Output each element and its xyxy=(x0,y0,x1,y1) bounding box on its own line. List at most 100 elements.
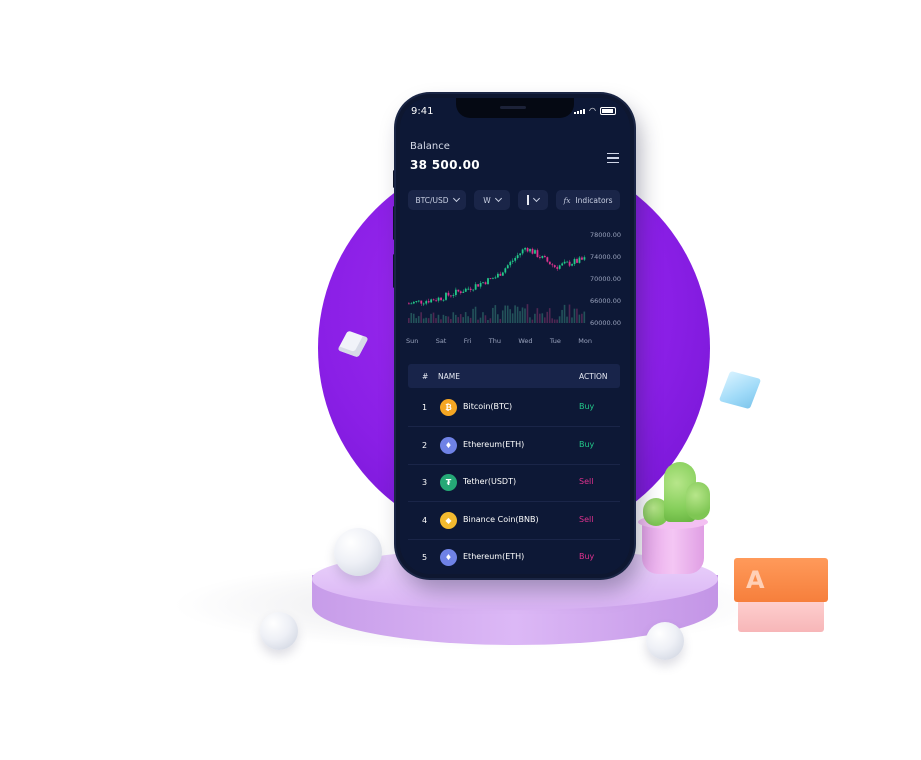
candle-body xyxy=(494,277,497,279)
volume-bar xyxy=(415,318,418,323)
indicators-button[interactable]: fx Indicators xyxy=(556,190,620,210)
coin-name: Tether(USDT) xyxy=(463,477,517,486)
candle-body xyxy=(430,299,433,303)
sell-button[interactable]: Sell xyxy=(579,477,593,486)
volume-bar xyxy=(539,313,541,323)
phone-screen: 9:41 ◠ Balance 38 500.00 BTC/USD W fx In… xyxy=(400,98,630,574)
candle-body xyxy=(420,300,423,304)
white-ball-decoration xyxy=(334,528,382,576)
x-tick-label: Thu xyxy=(488,337,501,345)
volume-bar xyxy=(464,312,467,323)
volume-bar xyxy=(506,305,509,323)
chevron-down-icon xyxy=(494,194,502,203)
volume-bar xyxy=(474,306,477,323)
candle-body xyxy=(469,288,472,290)
buy-button[interactable]: Buy xyxy=(579,402,594,411)
candle-body xyxy=(536,250,539,258)
volume-bar xyxy=(459,314,462,323)
sell-button[interactable]: Sell xyxy=(579,515,593,524)
volume-bar xyxy=(447,316,450,323)
volume-bar xyxy=(546,311,549,323)
candle-body xyxy=(571,264,573,266)
toy-block-letter: A xyxy=(746,566,765,594)
volume-bar xyxy=(571,317,573,323)
candlesticks xyxy=(408,246,586,306)
candle-body xyxy=(556,267,559,269)
candle-body xyxy=(489,278,492,279)
battery-icon xyxy=(600,107,616,115)
candle-body xyxy=(511,260,514,262)
volume-bar xyxy=(504,305,507,323)
candle-body xyxy=(514,257,517,261)
volume-bar xyxy=(437,314,440,323)
bitcoin-icon: ₿ xyxy=(440,399,457,416)
table-row: 3 ₮ Tether(USDT) Sell xyxy=(408,465,620,502)
candle-body xyxy=(462,291,465,293)
volume-bar xyxy=(531,319,534,323)
candle-body xyxy=(467,288,470,290)
volume-bar xyxy=(422,318,425,323)
candle-body xyxy=(546,257,549,262)
candle-body xyxy=(427,301,430,303)
candle-body xyxy=(499,273,502,276)
row-number: 5 xyxy=(422,553,428,562)
candle-body xyxy=(422,303,425,305)
volume-bar xyxy=(482,312,484,323)
candle-body xyxy=(534,250,536,254)
candle-body xyxy=(497,273,499,278)
candle-body xyxy=(432,299,435,301)
interval-select[interactable]: W xyxy=(474,190,510,210)
table-row: 1 ₿ Bitcoin(BTC) Buy xyxy=(408,390,620,427)
volume-bar xyxy=(462,317,464,323)
x-axis-labels: Sun Sat Fri Thu Wed Tue Mon xyxy=(406,337,592,345)
volume-bar xyxy=(440,319,442,323)
coin-name: Ethereum(ETH) xyxy=(463,439,525,449)
volume-bar xyxy=(435,318,437,323)
table-row: 4 ◆ Binance Coin(BNB) Sell xyxy=(408,503,620,540)
candle-body xyxy=(477,284,480,287)
ethereum-icon: ♦ xyxy=(440,436,457,454)
interval-select-value: W xyxy=(483,195,491,205)
x-tick-label: Sun xyxy=(406,337,419,345)
candle-body xyxy=(454,289,457,296)
hamburger-menu-icon[interactable] xyxy=(607,153,619,164)
x-tick-label: Tue xyxy=(549,337,561,345)
candle-body xyxy=(445,292,447,300)
volume-bar xyxy=(534,313,536,323)
candle-body xyxy=(543,255,546,258)
candle-body xyxy=(553,265,556,268)
volume-bar xyxy=(430,313,432,323)
volume-bar xyxy=(445,316,447,323)
x-tick-label: Wed xyxy=(518,337,533,345)
hero-scene: A 9:41 ◠ Balance 38 500.00 BTC/USD W fx … xyxy=(0,0,921,760)
chart-type-select[interactable] xyxy=(518,190,548,210)
volume-bar xyxy=(516,306,519,323)
pair-select[interactable]: BTC/USD xyxy=(408,190,466,210)
buy-button[interactable]: Buy xyxy=(579,440,594,449)
coin-name: Ethereum(ETH) xyxy=(463,552,525,561)
white-ball-decoration xyxy=(646,622,684,660)
volume-bar xyxy=(568,304,571,323)
candle-body xyxy=(516,255,519,258)
tether-icon: ₮ xyxy=(440,474,457,491)
candle-body xyxy=(487,278,489,285)
candle-body xyxy=(450,295,452,297)
candle-body xyxy=(459,291,462,293)
candle-body xyxy=(509,261,512,266)
candle-body xyxy=(425,301,428,304)
buy-button[interactable]: Buy xyxy=(579,552,594,561)
volume-bar xyxy=(469,317,472,323)
header-name: NAME xyxy=(438,372,460,381)
candle-body xyxy=(524,248,526,250)
volume-bar xyxy=(543,317,546,323)
volume-bar xyxy=(487,319,489,323)
phone-notch xyxy=(456,98,574,118)
indicators-label: Indicators xyxy=(575,195,613,205)
candle-body xyxy=(551,264,554,266)
header-number: # xyxy=(422,372,429,381)
volume-bar xyxy=(489,318,492,323)
candle-body xyxy=(521,249,524,254)
candle-body xyxy=(412,302,415,304)
status-icons: ◠ xyxy=(574,107,616,115)
candle-body xyxy=(417,300,420,302)
